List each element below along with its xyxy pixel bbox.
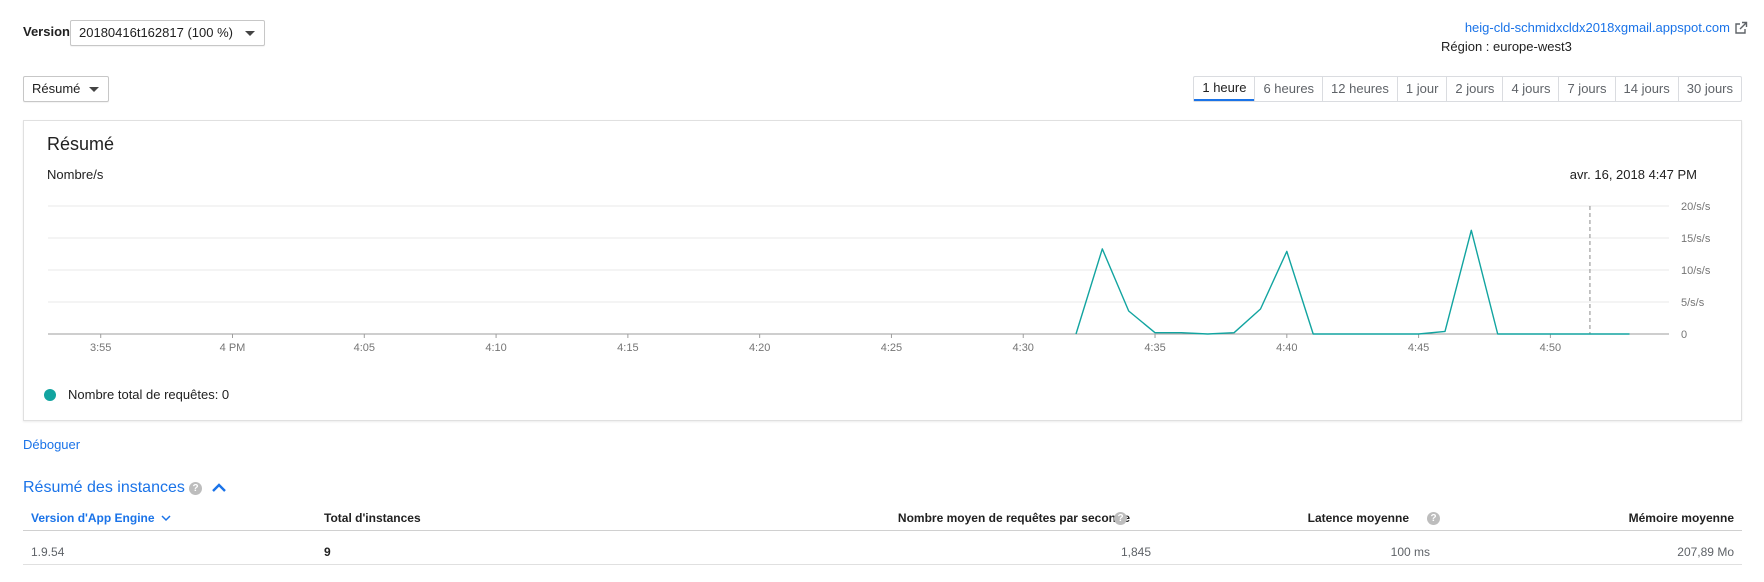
- x-tick-label: 4:10: [485, 342, 506, 354]
- x-tick-label: 4:20: [749, 342, 770, 354]
- card-title: Résumé: [47, 134, 115, 154]
- chevron-up-icon[interactable]: [211, 481, 227, 493]
- y-axis-unit: Nombre/s: [47, 167, 104, 182]
- y-tick-label: 20/s/s: [1681, 201, 1711, 213]
- column-header-avg-latency: Latence moyenne: [1307, 511, 1409, 525]
- summary-card: 20/s/s 15/s/s 10/s/s 5/s/s 0 3:55 4 PM 4:05 4:10…: [23, 120, 1742, 421]
- view-select-value: Résumé: [32, 81, 81, 96]
- version-label: Version: [23, 24, 70, 39]
- header-divider: [23, 530, 1742, 531]
- x-tick-label: 4:05: [354, 342, 375, 354]
- x-tick-label: 4:15: [617, 342, 638, 354]
- column-header-total: Total d'instances: [324, 511, 421, 525]
- x-tick-label: 4:50: [1540, 342, 1561, 354]
- help-icon[interactable]: ?: [1114, 512, 1127, 525]
- instances-section-title[interactable]: Résumé des instances: [23, 479, 185, 497]
- range-6-hours[interactable]: 6 heures: [1254, 77, 1322, 101]
- range-14-days[interactable]: 14 jours: [1614, 77, 1678, 101]
- x-tick-label: 4 PM: [220, 342, 246, 354]
- region-text: Région : europe-west3: [1441, 39, 1572, 54]
- cell-avg-requests: 1,845: [1120, 545, 1151, 559]
- y-tick-label: 0: [1681, 329, 1687, 341]
- cell-version: 1.9.54: [31, 545, 65, 559]
- time-range-selector: 1 heure 6 heures 12 heures 1 jour 2 jour…: [1193, 76, 1742, 102]
- column-header-avg-memory: Mémoire moyenne: [1628, 511, 1734, 525]
- x-tick-label: 4:45: [1408, 342, 1429, 354]
- chevron-down-icon: [161, 515, 171, 522]
- y-tick-label: 15/s/s: [1681, 233, 1711, 245]
- range-2-days[interactable]: 2 jours: [1446, 77, 1502, 101]
- debug-link[interactable]: Déboguer: [23, 437, 80, 452]
- range-30-days[interactable]: 30 jours: [1677, 77, 1741, 101]
- legend-label: Nombre total de requêtes: 0: [68, 387, 230, 402]
- column-header-version[interactable]: Version d'App Engine: [31, 511, 171, 525]
- range-1-day[interactable]: 1 jour: [1396, 77, 1447, 101]
- x-tick-label: 4:30: [1013, 342, 1034, 354]
- version-select[interactable]: 20180416t162817 (100 %): [70, 20, 265, 46]
- chart-legend: Nombre total de requêtes: 0: [44, 387, 229, 402]
- help-icon[interactable]: ?: [1427, 512, 1440, 525]
- range-1-hour[interactable]: 1 heure: [1194, 77, 1255, 101]
- legend-dot: [44, 388, 56, 401]
- external-link-icon[interactable]: [1734, 21, 1748, 35]
- column-header-avg-requests-label: Nombre moyen de requêtes par seconde: [897, 511, 1130, 525]
- column-header-version-label: Version d'App Engine: [31, 511, 155, 525]
- y-tick-label: 10/s/s: [1681, 265, 1711, 277]
- view-select[interactable]: Résumé: [23, 76, 109, 102]
- x-tick-label: 4:35: [1144, 342, 1165, 354]
- caret-down-icon: [89, 87, 99, 92]
- help-icon[interactable]: ?: [189, 482, 202, 495]
- app-url-link[interactable]: heig-cld-schmidxcldx2018xgmail.appspot.c…: [1465, 20, 1730, 35]
- x-tick-label: 4:40: [1276, 342, 1297, 354]
- range-12-hours[interactable]: 12 heures: [1322, 77, 1397, 101]
- x-tick-label: 3:55: [90, 342, 111, 354]
- requests-chart: 20/s/s 15/s/s 10/s/s 5/s/s 0 3:55 4 PM 4:05 4:10…: [48, 201, 1711, 354]
- column-header-avg-requests: Nombre moyen de requêtes par seconde: [898, 511, 1130, 525]
- cell-avg-memory: 207,89 Mo: [1677, 545, 1734, 559]
- x-tick-label: 4:25: [881, 342, 902, 354]
- series-line: [1075, 229, 1630, 335]
- caret-down-icon: [245, 31, 255, 36]
- y-tick-label: 5/s/s: [1681, 297, 1705, 309]
- chart-timestamp: avr. 16, 2018 4:47 PM: [1569, 167, 1697, 182]
- version-select-value: 20180416t162817 (100 %): [79, 25, 233, 40]
- cell-total: 9: [324, 545, 331, 559]
- range-4-days[interactable]: 4 jours: [1502, 77, 1558, 101]
- range-7-days[interactable]: 7 jours: [1558, 77, 1614, 101]
- cell-avg-latency: 100 ms: [1390, 545, 1430, 559]
- row-divider: [23, 564, 1742, 565]
